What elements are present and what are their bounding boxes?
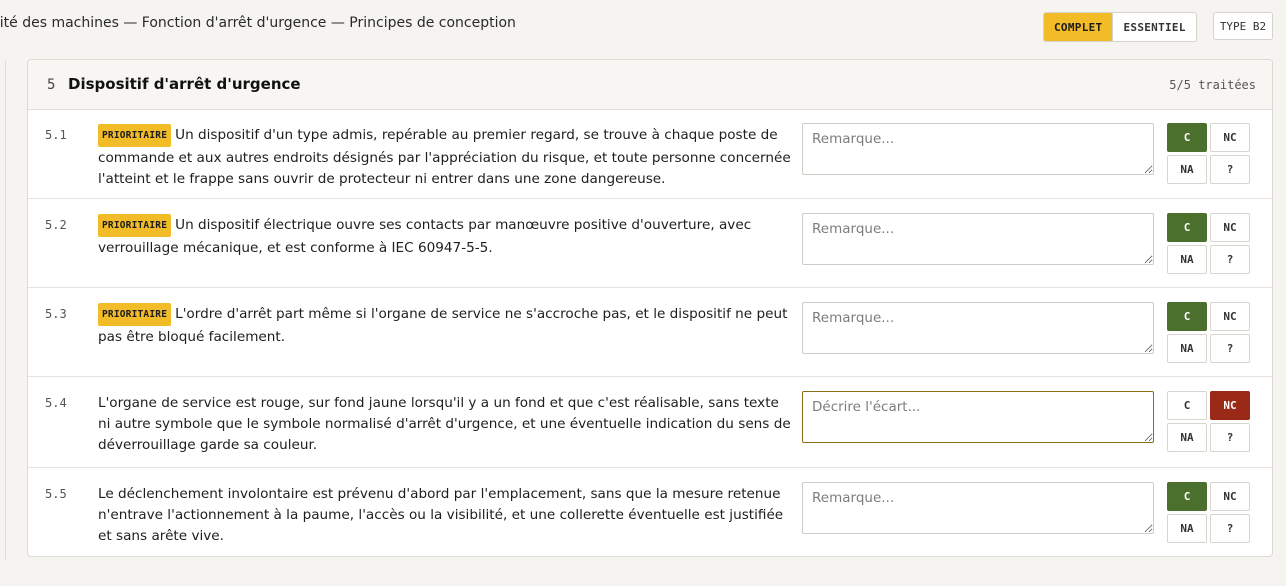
item-requirement: L'organe de service est rouge, sur fond … [98,393,792,456]
status-nc-button[interactable]: NC [1210,302,1250,331]
item-text: L'organe de service est rouge, sur fond … [98,395,791,453]
mode-toggle: COMPLET ESSENTIEL [1043,12,1197,42]
checklist-row: 5.4 L'organe de service est rouge, sur fo… [28,377,1272,468]
status-na-button[interactable]: NA [1167,155,1207,184]
item-text: Un dispositif d'un type admis, repérable… [98,127,791,187]
status-nc-button[interactable]: NC [1210,482,1250,511]
status-unknown-button[interactable]: ? [1210,245,1250,274]
status-selector: C NC NA? [1167,123,1250,184]
item-text: L'ordre d'arrêt part même si l'organe de… [98,306,788,345]
status-na-button[interactable]: NA [1167,334,1207,363]
status-unknown-button[interactable]: ? [1210,423,1250,452]
type-badge[interactable]: TYPE B2 [1213,12,1273,40]
status-nc-button[interactable]: NC [1210,391,1250,420]
remark-input[interactable] [802,302,1154,354]
item-number: 5.3 [45,307,67,321]
status-nc-button[interactable]: NC [1210,213,1250,242]
status-nc-button[interactable]: NC [1210,123,1250,152]
item-requirement: PRIORITAIRE L'ordre d'arrêt part même si … [98,303,792,348]
remark-input[interactable] [802,123,1154,175]
remark-input[interactable] [802,482,1154,534]
status-unknown-button[interactable]: ? [1210,514,1250,543]
status-na-button[interactable]: NA [1167,423,1207,452]
left-divider [0,60,6,560]
top-bar: rité des machines — Fonction d'arrêt d'u… [0,0,1286,50]
priority-badge: PRIORITAIRE [98,124,172,147]
checklist-row: 5.3 PRIORITAIRE L'ordre d'arrêt part même … [28,288,1272,377]
item-requirement: PRIORITAIRE Un dispositif électrique ouvr… [98,214,792,259]
checklist-section: 5 Dispositif d'arrêt d'urgence 5/5 trait… [27,59,1273,557]
status-c-button[interactable]: C [1167,123,1207,152]
item-number: 5.1 [45,128,67,142]
status-selector: C NC NA? [1167,391,1250,452]
status-unknown-button[interactable]: ? [1210,155,1250,184]
status-selector: C NC NA? [1167,213,1250,274]
checklist-row: 5.1 PRIORITAIRE Un dispositif d'un type ad… [28,109,1272,199]
item-number: 5.2 [45,218,67,232]
section-progress-count: 5/5 traitées [1169,78,1256,92]
mode-complete-button[interactable]: COMPLET [1044,13,1113,41]
status-na-button[interactable]: NA [1167,514,1207,543]
status-c-button[interactable]: C [1167,213,1207,242]
section-header[interactable]: 5 Dispositif d'arrêt d'urgence 5/5 trait… [28,60,1272,110]
section-number: 5 [47,77,56,93]
item-text: Un dispositif électrique ouvre ses conta… [98,217,752,256]
checklist-row: 5.2 PRIORITAIRE Un dispositif électrique o… [28,199,1272,288]
status-selector: C NC NA? [1167,482,1250,543]
item-number: 5.4 [45,396,67,410]
status-c-button[interactable]: C [1167,302,1207,331]
status-c-button[interactable]: C [1167,482,1207,511]
item-text: Le déclenchement involontaire est préven… [98,486,784,544]
status-selector: C NC NA? [1167,302,1250,363]
priority-badge: PRIORITAIRE [98,303,172,326]
remark-input[interactable] [802,213,1154,265]
priority-badge: PRIORITAIRE [98,214,172,237]
mode-essential-button[interactable]: ESSENTIEL [1112,13,1196,41]
item-requirement: PRIORITAIRE Un dispositif d'un type admis… [98,124,792,190]
status-na-button[interactable]: NA [1167,245,1207,274]
item-number: 5.5 [45,487,67,501]
item-requirement: Le déclenchement involontaire est préven… [98,484,792,547]
status-unknown-button[interactable]: ? [1210,334,1250,363]
remark-input[interactable] [802,391,1154,443]
checklist-row: 5.5 Le déclenchement involontaire est pré… [28,468,1272,556]
status-c-button[interactable]: C [1167,391,1207,420]
section-title: Dispositif d'arrêt d'urgence [68,75,301,93]
document-title: rité des machines — Fonction d'arrêt d'u… [0,15,516,31]
